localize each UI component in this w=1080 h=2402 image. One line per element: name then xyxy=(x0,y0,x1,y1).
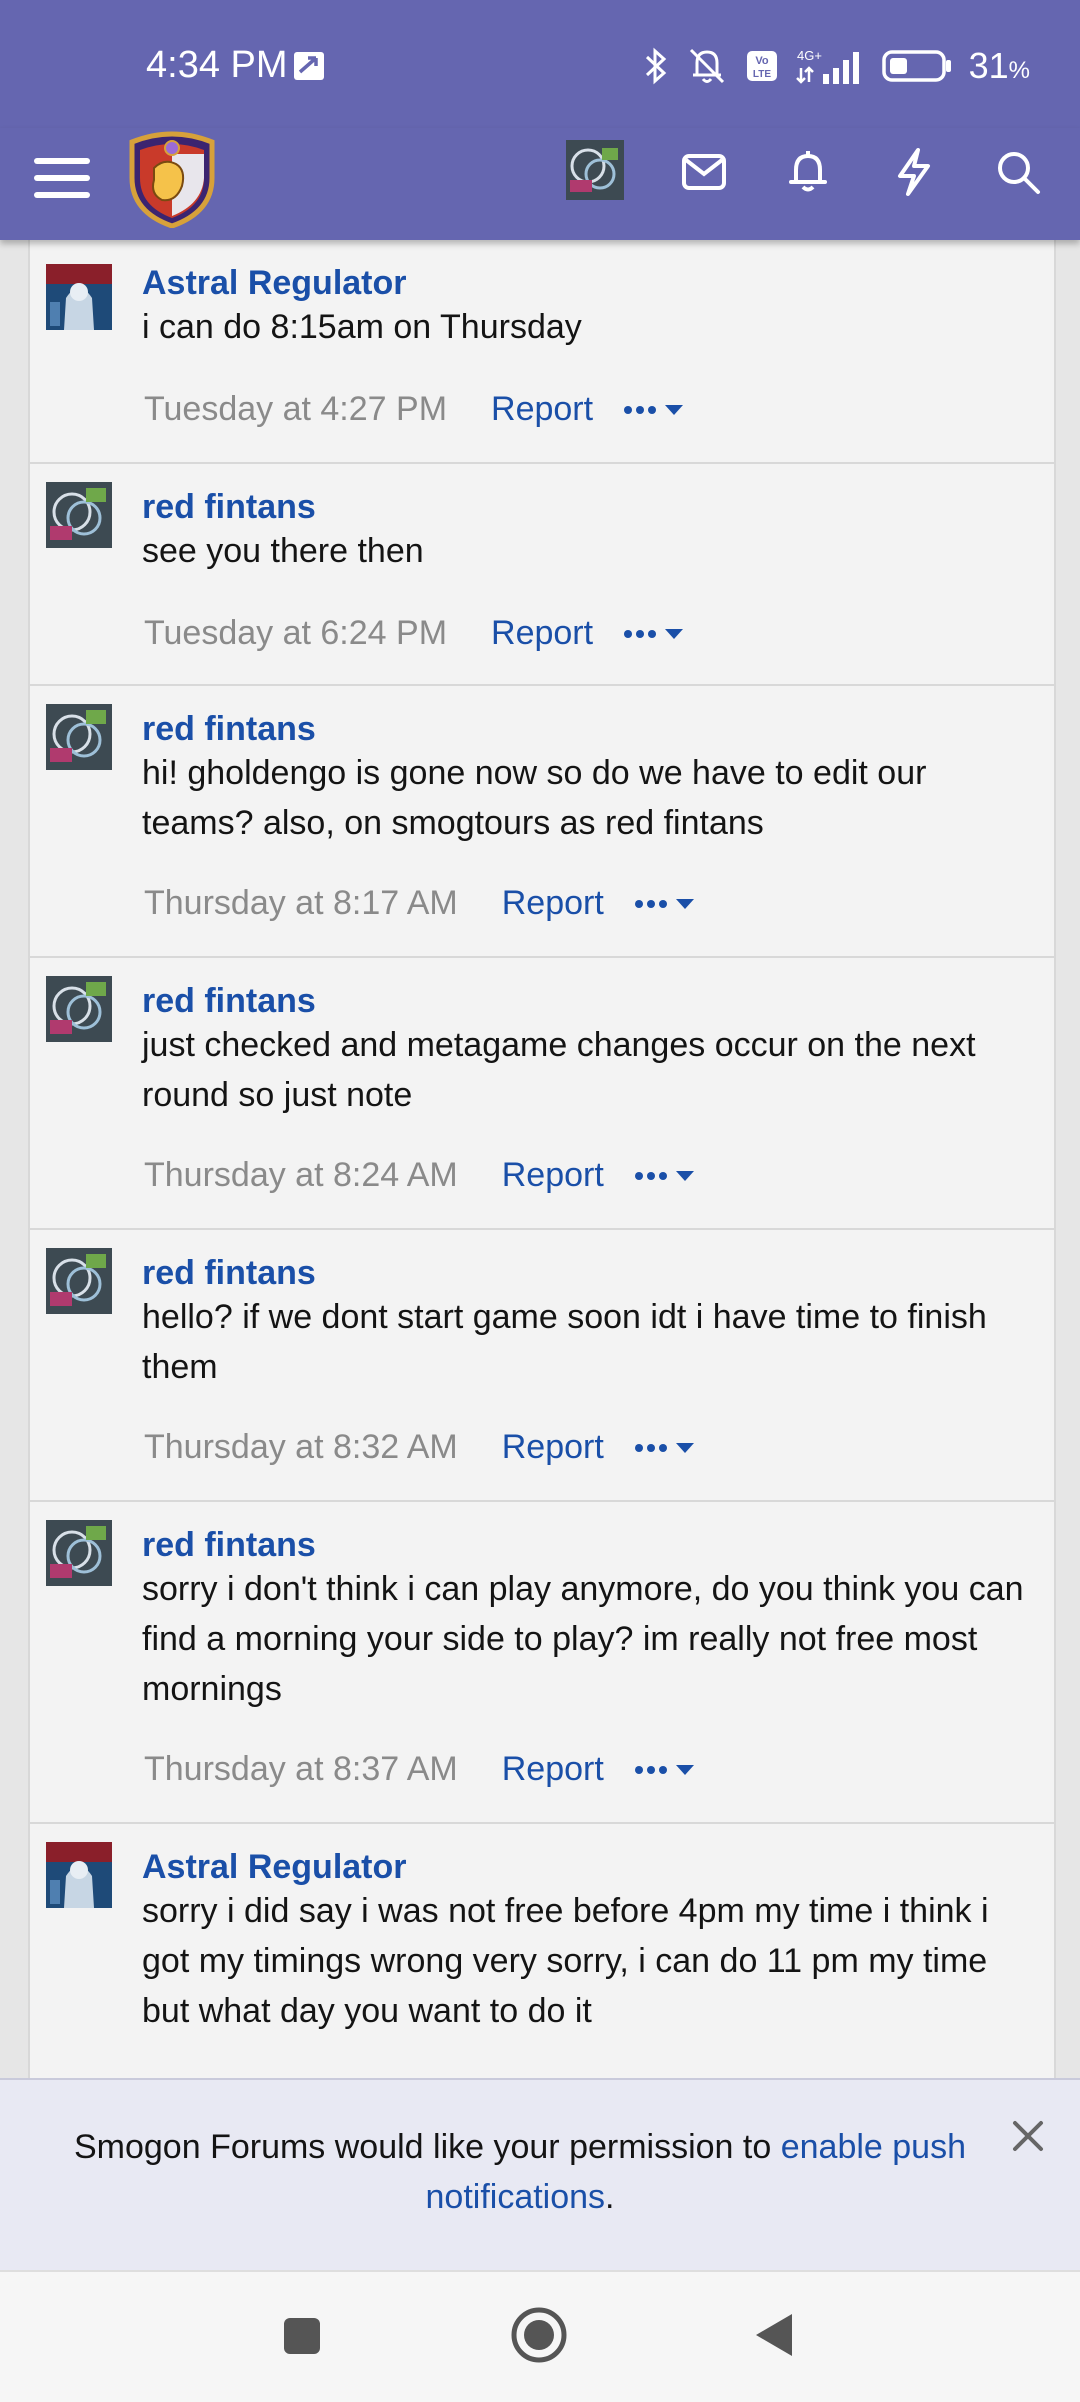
back-icon[interactable] xyxy=(752,2310,796,2360)
message-post: red fintans hello? if we dont start game… xyxy=(30,1230,1054,1502)
message-post: red fintans hi! gholdengo is gone now so… xyxy=(30,686,1054,958)
ellipsis-icon xyxy=(624,629,657,638)
more-options-button[interactable] xyxy=(623,627,685,641)
report-link[interactable]: Report xyxy=(491,390,593,429)
post-author[interactable]: Astral Regulator xyxy=(142,264,407,303)
avatar[interactable] xyxy=(46,482,112,548)
post-timestamp[interactable]: Thursday at 8:37 AM xyxy=(144,1750,458,1789)
avatar[interactable] xyxy=(46,704,112,770)
message-post: Astral Regulator i can do 8:15am on Thur… xyxy=(30,240,1054,464)
ellipsis-icon xyxy=(634,1171,667,1180)
more-options-button[interactable] xyxy=(634,1763,696,1777)
ellipsis-icon xyxy=(634,1765,667,1774)
message-list: Astral Regulator i can do 8:15am on Thur… xyxy=(28,240,1056,2078)
app-header xyxy=(0,128,1080,240)
post-meta: Thursday at 8:32 AM Report xyxy=(144,1428,696,1467)
post-author[interactable]: red fintans xyxy=(142,1254,316,1293)
system-nav-bar xyxy=(0,2270,1080,2402)
post-author[interactable]: red fintans xyxy=(142,488,316,527)
post-author[interactable]: red fintans xyxy=(142,1526,316,1565)
battery-percentage: 31% xyxy=(968,45,1030,86)
avatar[interactable] xyxy=(46,1520,112,1586)
site-logo[interactable] xyxy=(124,128,220,228)
lightning-icon[interactable] xyxy=(886,144,942,200)
report-link[interactable]: Report xyxy=(502,884,604,923)
user-avatar[interactable] xyxy=(566,140,624,200)
ellipsis-icon xyxy=(624,405,657,414)
volte-icon: Vo LTE xyxy=(746,51,777,81)
report-link[interactable]: Report xyxy=(502,1156,604,1195)
push-notification-banner: Smogon Forums would like your permission… xyxy=(0,2078,1080,2270)
post-meta: Thursday at 8:37 AM Report xyxy=(144,1750,696,1789)
network-type: 4G+ xyxy=(797,48,822,63)
status-right: Vo LTE 4G+ 31% xyxy=(643,44,1030,88)
avatar[interactable] xyxy=(46,1248,112,1314)
ellipsis-icon xyxy=(634,1443,667,1452)
report-link[interactable]: Report xyxy=(502,1428,604,1467)
push-notice-text: Smogon Forums would like your permission… xyxy=(73,2128,966,2216)
recents-icon[interactable] xyxy=(282,2316,322,2356)
search-icon[interactable] xyxy=(990,144,1046,200)
chevron-down-icon xyxy=(665,628,684,639)
bluetooth-icon xyxy=(645,47,666,85)
mail-icon[interactable] xyxy=(676,144,732,200)
report-link[interactable]: Report xyxy=(491,614,593,653)
home-icon[interactable] xyxy=(510,2306,568,2364)
post-timestamp[interactable]: Thursday at 8:24 AM xyxy=(144,1156,458,1195)
post-timestamp[interactable]: Tuesday at 6:24 PM xyxy=(144,614,447,653)
avatar[interactable] xyxy=(46,264,112,330)
chevron-down-icon xyxy=(675,1170,694,1181)
more-options-button[interactable] xyxy=(634,897,696,911)
post-message: sorry i did say i was not free before 4p… xyxy=(142,1892,989,2030)
post-meta: Tuesday at 4:27 PM Report xyxy=(144,390,685,429)
chevron-down-icon xyxy=(675,1764,694,1775)
chevron-down-icon xyxy=(675,1442,694,1453)
message-post: Astral Regulator sorry i did say i was n… xyxy=(30,1824,1054,2078)
post-message: see you there then xyxy=(142,532,424,570)
chevron-down-icon xyxy=(675,898,694,909)
post-author[interactable]: Astral Regulator xyxy=(142,1848,407,1887)
report-link[interactable]: Report xyxy=(502,1750,604,1789)
battery-icon xyxy=(881,50,951,82)
message-post: red fintans just checked and metagame ch… xyxy=(30,958,1054,1230)
menu-icon[interactable] xyxy=(32,148,92,208)
post-author[interactable]: red fintans xyxy=(142,982,316,1021)
signal-icon: 4G+ xyxy=(795,48,859,84)
post-message: hi! gholdengo is gone now so do we have … xyxy=(142,754,927,842)
status-time: 4:34 PM xyxy=(146,44,288,86)
post-timestamp[interactable]: Thursday at 8:17 AM xyxy=(144,884,458,923)
status-bar: 4:34 PM Vo LTE 4G+ 31% xyxy=(0,0,1080,128)
post-timestamp[interactable]: Thursday at 8:32 AM xyxy=(144,1428,458,1467)
avatar[interactable] xyxy=(46,1842,112,1908)
screen-mirror-icon xyxy=(294,52,324,80)
close-icon[interactable] xyxy=(1010,2118,1046,2154)
bell-icon[interactable] xyxy=(780,144,836,200)
muted-bell-icon xyxy=(689,48,724,84)
svg-text:LTE: LTE xyxy=(753,69,771,80)
post-message: just checked and metagame changes occur … xyxy=(142,1026,976,1114)
post-author[interactable]: red fintans xyxy=(142,710,316,749)
post-meta: Thursday at 8:17 AM Report xyxy=(144,884,696,923)
svg-text:Vo: Vo xyxy=(755,55,769,67)
post-timestamp[interactable]: Tuesday at 4:27 PM xyxy=(144,390,447,429)
post-meta: Thursday at 8:24 AM Report xyxy=(144,1156,696,1195)
message-post: red fintans see you there then Tuesday a… xyxy=(30,464,1054,686)
chevron-down-icon xyxy=(665,404,684,415)
post-message: sorry i don't think i can play anymore, … xyxy=(142,1570,1024,1708)
post-message: hello? if we dont start game soon idt i … xyxy=(142,1298,987,1386)
message-post: red fintans sorry i don't think i can pl… xyxy=(30,1502,1054,1824)
more-options-button[interactable] xyxy=(623,403,685,417)
ellipsis-icon xyxy=(634,899,667,908)
post-message: i can do 8:15am on Thursday xyxy=(142,308,582,346)
more-options-button[interactable] xyxy=(634,1169,696,1183)
more-options-button[interactable] xyxy=(634,1441,696,1455)
post-meta: Tuesday at 6:24 PM Report xyxy=(144,614,685,653)
avatar[interactable] xyxy=(46,976,112,1042)
